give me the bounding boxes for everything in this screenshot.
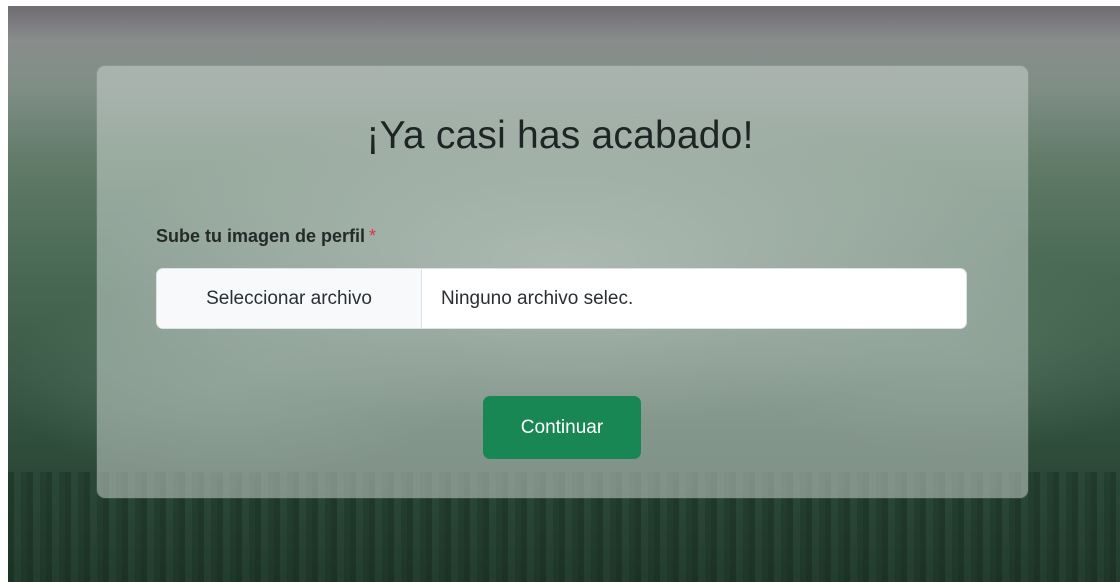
continue-button[interactable]: Continuar xyxy=(483,396,641,459)
profile-image-label-text: Sube tu imagen de perfil xyxy=(156,226,366,246)
required-marker: * xyxy=(369,226,377,246)
page: ¡Ya casi has acabado! Sube tu imagen de … xyxy=(0,0,1120,582)
file-status-text: Ninguno archivo selec. xyxy=(441,287,634,309)
profile-image-file-input[interactable]: Seleccionar archivo Ninguno archivo sele… xyxy=(156,268,967,329)
select-file-button[interactable]: Seleccionar archivo xyxy=(157,269,422,328)
page-title: ¡Ya casi has acabado! xyxy=(366,114,754,157)
profile-image-label: Sube tu imagen de perfil * xyxy=(156,226,376,247)
